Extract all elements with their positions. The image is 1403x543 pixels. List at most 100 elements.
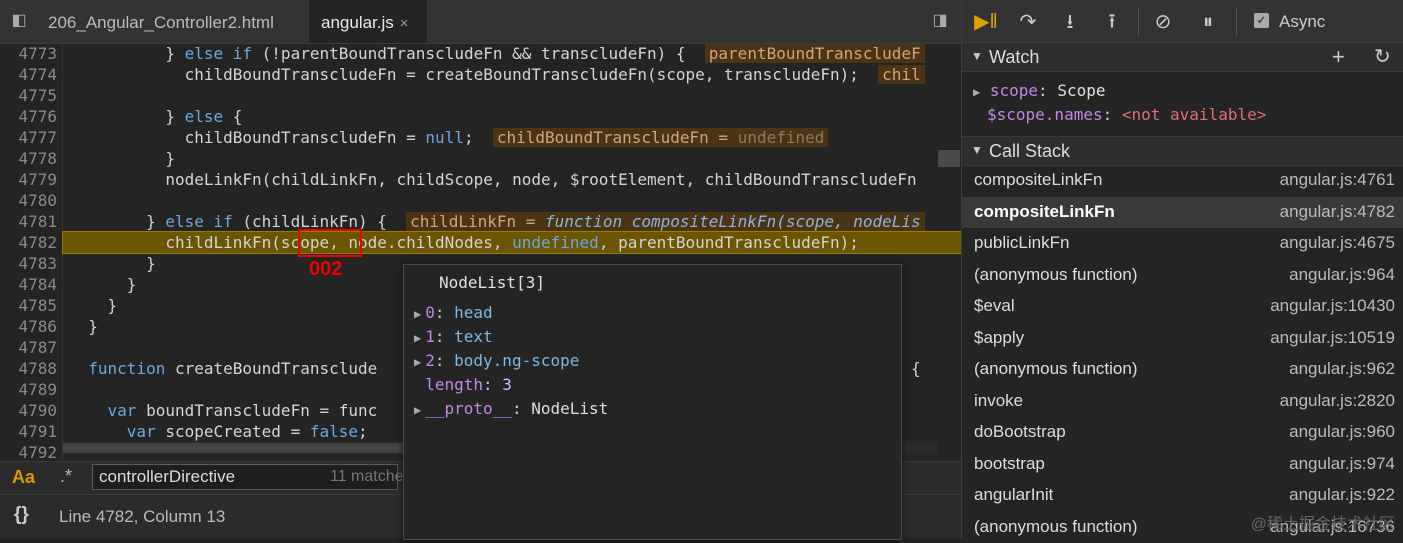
code-line[interactable]: 4778 } [0, 148, 961, 169]
code-line[interactable]: 4781 } else if (childLinkFn) { childLink… [0, 211, 961, 232]
call-frame-name: publicLinkFn [974, 233, 1070, 252]
code-line[interactable]: 4773 } else if (!parentBoundTranscludeFn… [0, 43, 961, 64]
watch-expression[interactable]: ▶ scope: Scope [973, 81, 1105, 100]
line-number[interactable]: 4783 [0, 253, 57, 274]
line-number[interactable]: 4778 [0, 148, 57, 169]
code-line[interactable]: 4774 childBoundTranscludeFn = createBoun… [0, 64, 961, 85]
inline-value: chil [878, 65, 925, 84]
tab-angular-js[interactable]: angular.js × [309, 0, 427, 43]
call-frame[interactable]: compositeLinkFn angular.js:4761 [962, 165, 1403, 196]
line-number[interactable]: 4779 [0, 169, 57, 190]
line-number[interactable]: 4792 [0, 442, 57, 461]
editor-pane: ◧ 206_Angular_Controller2.html angular.j… [0, 0, 961, 540]
code-line[interactable]: 4776 } else { [0, 106, 961, 127]
annotation-box [298, 229, 362, 257]
step-out-icon[interactable]: ⭱ [1098, 8, 1126, 36]
line-number[interactable]: 4781 [0, 211, 57, 232]
call-frame-location[interactable]: angular.js:2820 [1280, 391, 1395, 411]
code-text: } else if (!parentBoundTranscludeFn && t… [69, 43, 925, 64]
tab-206-html[interactable]: 206_Angular_Controller2.html [36, 0, 286, 43]
popover-property: ▶length: 3 [425, 375, 512, 394]
toggle-debugger-icon[interactable]: ◨ [929, 10, 951, 32]
current-execution-line[interactable]: 4782 childLinkFn(scope, node.childNodes,… [18, 231, 961, 254]
add-expression-icon[interactable]: + [1332, 44, 1345, 70]
watch-title: Watch [989, 47, 1040, 67]
step-over-icon[interactable]: ↷ [1014, 8, 1042, 36]
pretty-print-button[interactable]: {} [14, 504, 29, 526]
regex-toggle[interactable]: .* [60, 466, 72, 487]
line-number[interactable]: 4785 [0, 295, 57, 316]
line-number[interactable]: 4791 [0, 421, 57, 442]
popover-property[interactable]: ▶ 2: body.ng-scope [414, 349, 579, 374]
code-line[interactable]: 4775 [0, 85, 961, 106]
watermark: @稀土掘金技术社区 [1250, 516, 1395, 533]
toggle-navigator-icon[interactable]: ◧ [8, 10, 30, 32]
code-line[interactable]: 4780 [0, 190, 961, 211]
line-number[interactable]: 4782 [0, 232, 57, 253]
line-number[interactable]: 4789 [0, 379, 57, 400]
line-number[interactable]: 4786 [0, 316, 57, 337]
expand-triangle-icon[interactable]: ▶ [414, 355, 421, 369]
call-frame-name: invoke [974, 390, 1024, 410]
refresh-icon[interactable]: ↻ [1374, 44, 1391, 69]
code-line[interactable]: 4779 nodeLinkFn(childLinkFn, childScope,… [0, 169, 961, 190]
call-stack-header[interactable]: ▼ Call Stack [962, 136, 1403, 166]
resume-icon[interactable]: ▶‖ [972, 8, 1000, 36]
expand-triangle-icon[interactable]: ▶ [414, 331, 421, 345]
code-text: } else { [69, 107, 243, 126]
call-frame[interactable]: invoke angular.js:2820 [962, 386, 1403, 417]
line-number[interactable]: 4774 [0, 64, 57, 85]
call-frame-location[interactable]: angular.js:4675 [1280, 233, 1395, 253]
match-case-toggle[interactable]: Aa [12, 467, 35, 488]
call-frame-name: compositeLinkFn [974, 201, 1115, 221]
popover-property[interactable]: ▶ 0: head [414, 301, 493, 326]
call-frame[interactable]: (anonymous function) angular.js:964 [962, 260, 1403, 291]
line-number[interactable]: 4777 [0, 127, 57, 148]
vertical-scrollbar-thumb[interactable] [938, 150, 960, 167]
call-frame-location[interactable]: angular.js:974 [1289, 454, 1395, 474]
line-number[interactable]: 4776 [0, 106, 57, 127]
close-icon[interactable]: × [400, 15, 409, 32]
popover-property[interactable]: ▶ __proto__: NodeList [414, 397, 608, 422]
call-frame-location[interactable]: angular.js:4761 [1280, 170, 1395, 190]
call-frame-location[interactable]: angular.js:962 [1289, 359, 1395, 379]
watch-header[interactable]: ▼ Watch + ↻ [962, 42, 1403, 72]
call-frame-location[interactable]: angular.js:10430 [1270, 296, 1395, 316]
line-number[interactable]: 4788 [0, 358, 57, 379]
call-frame[interactable]: $apply angular.js:10519 [962, 323, 1403, 354]
call-frame[interactable]: $eval angular.js:10430 [962, 291, 1403, 322]
call-frame[interactable]: compositeLinkFn angular.js:4782 [962, 196, 1403, 228]
popover-property[interactable]: ▶ 1: text [414, 325, 493, 350]
call-frame-location[interactable]: angular.js:922 [1289, 485, 1395, 505]
line-number[interactable]: 4775 [0, 85, 57, 106]
horizontal-scrollbar-thumb[interactable] [63, 443, 403, 453]
line-number[interactable]: 4773 [0, 43, 57, 64]
line-number[interactable]: 4787 [0, 337, 57, 358]
watch-expression[interactable]: $scope.names: <not available> [987, 105, 1266, 124]
expand-triangle-icon[interactable]: ▶ [414, 403, 421, 417]
call-frame[interactable]: doBootstrap angular.js:960 [962, 417, 1403, 448]
step-into-icon[interactable]: ⭳ [1056, 8, 1084, 36]
code-text: function createBoundTransclude [88, 359, 378, 378]
call-frame-location[interactable]: angular.js:960 [1289, 422, 1395, 442]
deactivate-breakpoints-icon[interactable]: ⊘ [1149, 8, 1177, 36]
call-frame[interactable]: publicLinkFn angular.js:4675 [962, 228, 1403, 259]
collapse-triangle-icon: ▼ [971, 143, 983, 157]
line-number[interactable]: 4790 [0, 400, 57, 421]
call-frame-location[interactable]: angular.js:10519 [1270, 328, 1395, 348]
expand-triangle-icon[interactable]: ▶ [973, 85, 980, 99]
code-text: } [69, 254, 156, 273]
code-line[interactable]: 4777 childBoundTranscludeFn = null; chil… [0, 127, 961, 148]
call-frame-location[interactable]: angular.js:4782 [1280, 202, 1395, 222]
code-text: } [69, 149, 175, 168]
expand-triangle-icon[interactable]: ▶ [414, 307, 421, 321]
call-frame[interactable]: (anonymous function) angular.js:962 [962, 354, 1403, 385]
value-popover: NodeList[3] ▶ 0: head ▶ 1: text ▶ 2: body.ng-… [403, 264, 902, 540]
pause-on-exceptions-icon[interactable]: ⏸ [1194, 8, 1222, 36]
line-number[interactable]: 4784 [0, 274, 57, 295]
async-checkbox[interactable]: ✓ [1254, 13, 1269, 28]
call-frame[interactable]: bootstrap angular.js:974 [962, 449, 1403, 480]
line-number[interactable]: 4780 [0, 190, 57, 211]
call-frame[interactable]: angularInit angular.js:922 [962, 480, 1403, 511]
call-frame-location[interactable]: angular.js:964 [1289, 265, 1395, 285]
